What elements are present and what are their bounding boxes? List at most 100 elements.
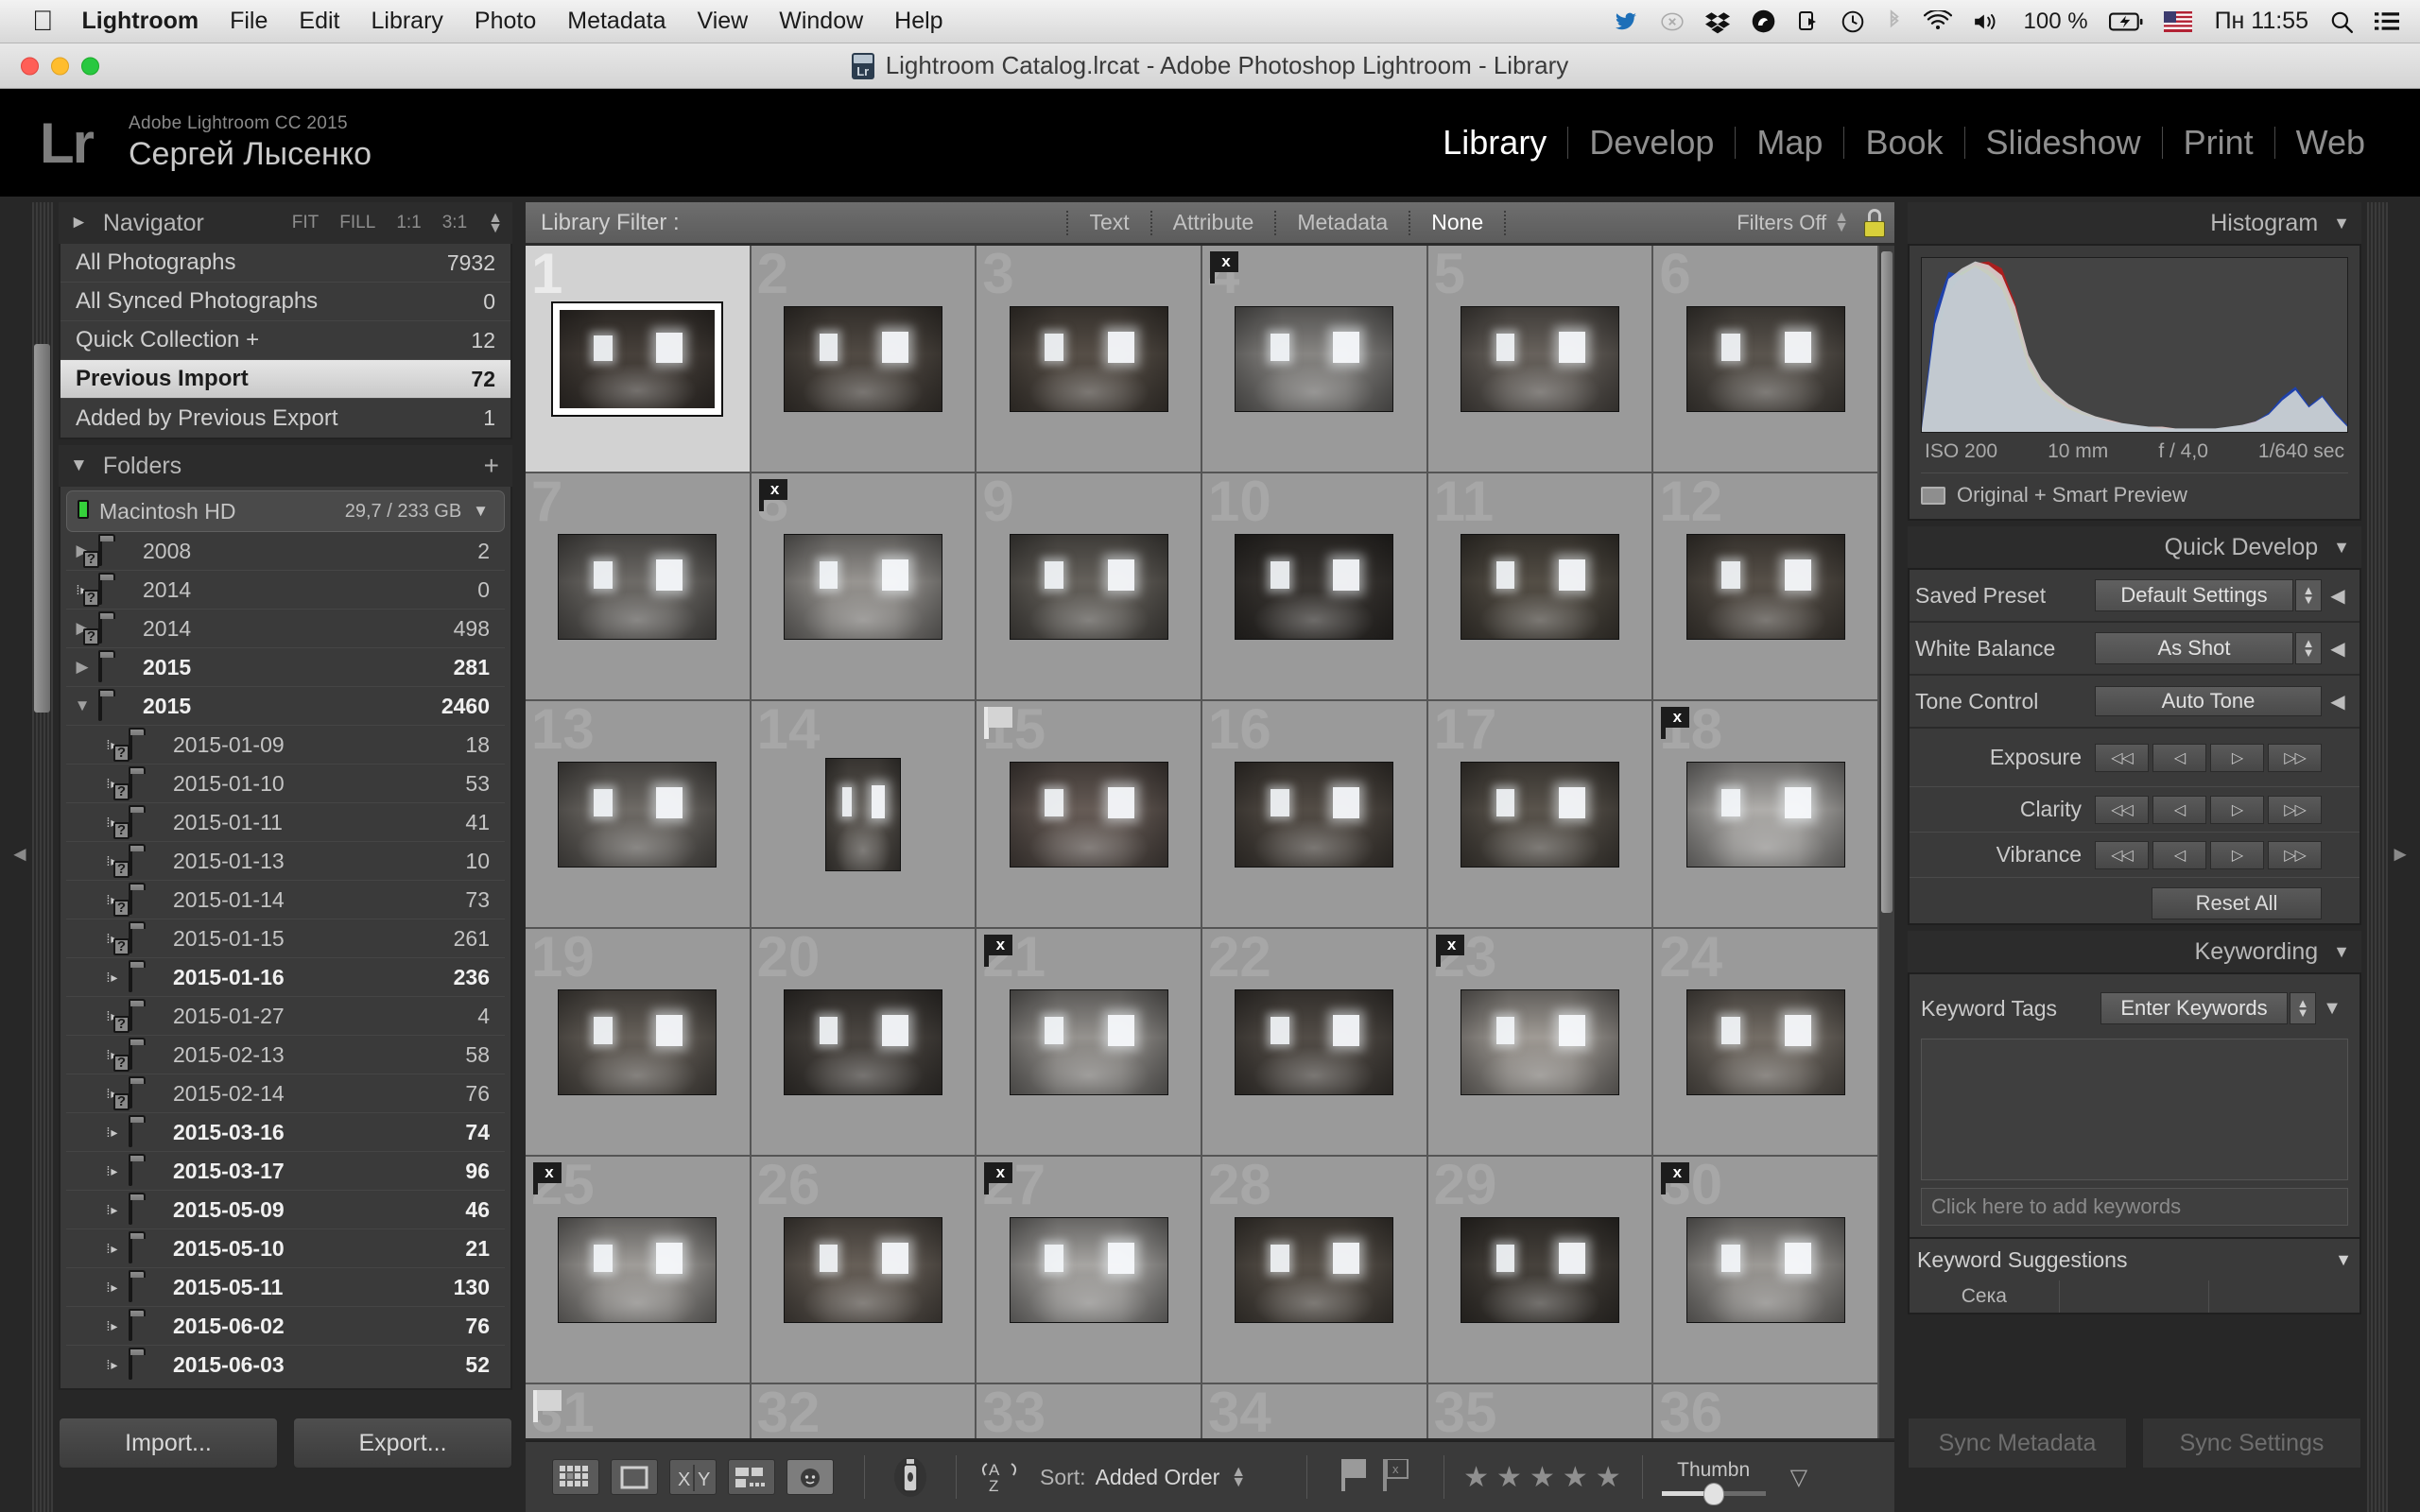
thumbnail-image[interactable]	[1686, 989, 1845, 1095]
thumbnail-cell[interactable]: 3	[977, 246, 1202, 473]
thumbnail-cell[interactable]: 33	[977, 1384, 1202, 1438]
navigator-header[interactable]: ► Navigator FIT FILL 1:1 3:1 ▲▼	[59, 202, 512, 244]
folder-row[interactable]: ▶20082	[66, 532, 505, 571]
filter-tab-attribute[interactable]: Attribute	[1158, 210, 1270, 235]
thumbnail-cell[interactable]: 22	[1202, 929, 1428, 1157]
folder-row[interactable]: ⁞▸2015-03-1674	[66, 1113, 505, 1152]
thumbnail-image[interactable]	[1461, 762, 1619, 868]
flag-reject-icon[interactable]: x	[1661, 707, 1689, 739]
thumbnail-image[interactable]	[1010, 306, 1168, 412]
right-panel-scrollbar[interactable]	[2367, 202, 2388, 1512]
folder-row[interactable]: ▶2015281	[66, 648, 505, 687]
thumbnail-image[interactable]	[1010, 534, 1168, 640]
thumbnail-size-slider[interactable]	[1662, 1491, 1766, 1496]
spray-can-icon[interactable]	[884, 1456, 937, 1498]
folder-row[interactable]: ⁞▸2015-01-274	[66, 997, 505, 1036]
flag-reject-icon[interactable]: x	[984, 935, 1012, 967]
clarity-decrease-small[interactable]: ◁	[2152, 796, 2206, 824]
thumbnail-image[interactable]	[1235, 989, 1393, 1095]
thumbnail-image[interactable]	[1686, 1217, 1845, 1323]
folders-disclosure-icon[interactable]: ▼	[70, 455, 88, 476]
battery-charging-icon[interactable]	[2109, 11, 2143, 32]
sync-settings-button[interactable]: Sync Settings	[2142, 1418, 2361, 1469]
menu-library[interactable]: Library	[371, 8, 442, 35]
catalog-item-all-synced-photographs[interactable]: All Synced Photographs 0	[60, 283, 510, 321]
flag-reject-icon[interactable]: x	[1661, 1162, 1689, 1194]
zoom-3-1[interactable]: 3:1	[442, 213, 467, 233]
thumbnail-cell[interactable]: 24	[1653, 929, 1879, 1157]
grid-scroll-thumb[interactable]	[1881, 251, 1893, 913]
thumbnail-image[interactable]	[558, 989, 717, 1095]
disclosure-triangle-icon[interactable]: ▶	[66, 658, 98, 677]
left-panel-scroll-thumb[interactable]	[34, 344, 50, 713]
folder-volume-macintosh-hd[interactable]: Macintosh HD 29,7 / 233 GB ▼	[66, 490, 505, 532]
thumbnail-image[interactable]	[558, 762, 717, 868]
thumbnail-image[interactable]	[1686, 762, 1845, 868]
grid-scrollbar[interactable]	[1879, 246, 1894, 1438]
zoom-stepper-icon[interactable]: ▲▼	[488, 214, 503, 233]
thumbnail-cell[interactable]: 13	[526, 701, 752, 929]
disclosure-dots-icon[interactable]: ⁞▸	[96, 1280, 129, 1296]
folder-row[interactable]: ⁞▸2015-06-0352	[66, 1346, 505, 1384]
flag-reject-icon[interactable]: x	[1436, 935, 1464, 967]
histogram-disclosure-icon[interactable]: ▼	[2333, 214, 2350, 233]
folder-row[interactable]: ⁞▸2015-01-1473	[66, 881, 505, 919]
folder-row[interactable]: ⁞▸2015-01-15261	[66, 919, 505, 958]
thumbnail-image[interactable]	[553, 303, 721, 415]
disclosure-dots-icon[interactable]: ⁞▸	[96, 970, 129, 986]
notification-center-icon[interactable]	[2375, 11, 2399, 32]
thumbnail-cell[interactable]: 20	[752, 929, 977, 1157]
keyword-tags-stepper-icon[interactable]: ▲▼	[2290, 992, 2316, 1024]
menu-lightroom[interactable]: Lightroom	[82, 8, 199, 35]
zoom-fit[interactable]: FIT	[292, 213, 320, 233]
keywording-disclosure-icon[interactable]: ▼	[2333, 942, 2350, 962]
maximize-button[interactable]	[81, 57, 99, 75]
thumbnail-image[interactable]	[1461, 306, 1619, 412]
rating-stars[interactable]: ★ ★ ★ ★ ★	[1463, 1461, 1623, 1494]
thumbnail-image[interactable]	[558, 1217, 717, 1323]
menu-view[interactable]: View	[698, 8, 749, 35]
keyword-suggestion-item[interactable]	[2060, 1280, 2210, 1313]
catalog-item-quick-collection[interactable]: Quick Collection + 12	[60, 321, 510, 360]
menu-metadata[interactable]: Metadata	[567, 8, 666, 35]
keyword-suggestions-header[interactable]: Keyword Suggestions ▼	[1910, 1239, 2360, 1280]
keywords-textarea[interactable]	[1921, 1039, 2348, 1180]
search-icon[interactable]	[2329, 9, 2354, 34]
disclosure-dots-icon[interactable]: ⁞▸	[96, 1241, 129, 1257]
keyword-suggestion-item[interactable]	[2209, 1280, 2360, 1313]
menu-window[interactable]: Window	[779, 8, 863, 35]
thumbnail-cell[interactable]: 36	[1653, 1384, 1879, 1438]
airplay-icon[interactable]	[1797, 9, 1820, 34]
disclosure-dots-icon[interactable]: ⁞▸	[96, 1125, 129, 1141]
close-button[interactable]	[21, 57, 39, 75]
clarity-increase-big[interactable]: ▷▷	[2268, 796, 2322, 824]
thumbnail-image[interactable]	[1010, 989, 1168, 1095]
thumbnail-cell[interactable]: 9	[977, 473, 1202, 701]
volume-caret-icon[interactable]: ▼	[473, 502, 489, 521]
flag-pick-icon[interactable]	[1341, 1459, 1368, 1496]
flag-pick-icon[interactable]	[984, 707, 1012, 739]
thumbnail-cell[interactable]: 14	[752, 701, 977, 929]
add-keywords-input[interactable]: Click here to add keywords	[1921, 1188, 2348, 1226]
folder-row[interactable]: ⁞▸2015-01-16236	[66, 958, 505, 997]
thumbnail-cell[interactable]: 4x	[1202, 246, 1428, 473]
thumbnail-cell[interactable]: 27x	[977, 1157, 1202, 1384]
clarity-increase-small[interactable]: ▷	[2210, 796, 2264, 824]
twitter-icon[interactable]	[1613, 10, 1639, 33]
thumbnail-size-control[interactable]: Thumbn	[1662, 1459, 1766, 1496]
left-panel-scrollbar[interactable]	[32, 202, 53, 1512]
folder-row[interactable]: ⁞▸2015-05-0946	[66, 1191, 505, 1229]
disclosure-dots-icon[interactable]: ⁞▸	[96, 1318, 129, 1334]
chevron-down-icon[interactable]: ▽	[1790, 1464, 1807, 1491]
slider-knob[interactable]	[1703, 1483, 1724, 1505]
thumbnail-image[interactable]	[1235, 534, 1393, 640]
thumbnail-cell[interactable]: 31	[526, 1384, 752, 1438]
wifi-icon[interactable]	[1924, 10, 1952, 33]
thumbnail-cell[interactable]: 21x	[977, 929, 1202, 1157]
thumbnail-image[interactable]	[1461, 534, 1619, 640]
x-circle-icon[interactable]	[1660, 9, 1685, 34]
thumbnail-cell[interactable]: 30x	[1653, 1157, 1879, 1384]
white-balance-collapse-icon[interactable]: ◀	[2322, 637, 2354, 661]
thumbnail-image[interactable]	[784, 1217, 942, 1323]
sort-az-icon[interactable]: AZ	[976, 1456, 1025, 1498]
